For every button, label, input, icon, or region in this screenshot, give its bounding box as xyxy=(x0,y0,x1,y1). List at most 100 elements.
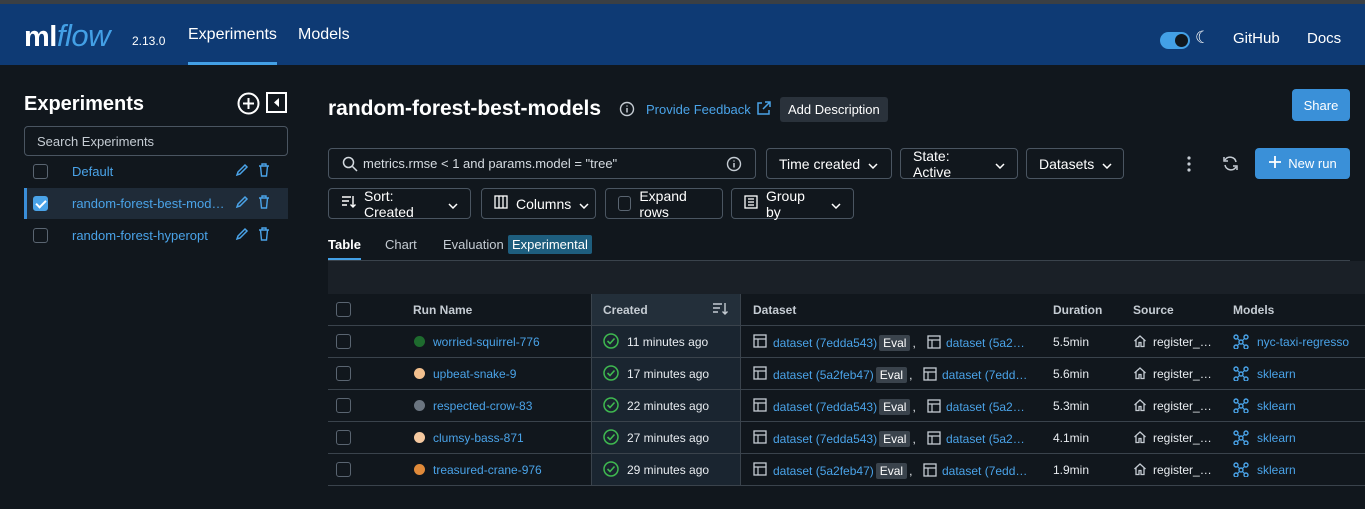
row-checkbox[interactable] xyxy=(336,398,351,413)
time-created-dropdown[interactable]: Time created xyxy=(766,148,892,179)
sort-desc-icon[interactable] xyxy=(712,302,728,321)
header-source[interactable]: Source xyxy=(1133,303,1174,317)
provide-feedback-link[interactable]: Provide Feedback xyxy=(646,102,751,117)
run-source[interactable]: register_… xyxy=(1153,399,1212,413)
run-name-link[interactable]: treasured-crane-976 xyxy=(433,463,542,477)
run-name-link[interactable]: worried-squirrel-776 xyxy=(433,335,540,349)
row-checkbox[interactable] xyxy=(336,366,351,381)
select-all-checkbox[interactable] xyxy=(336,302,351,317)
eval-badge: Eval xyxy=(875,367,908,383)
table-row[interactable]: treasured-crane-976 29 minutes ago dataset… xyxy=(328,454,1365,486)
table-row[interactable]: respected-crow-83 22 minutes ago dataset (… xyxy=(328,390,1365,422)
experiment-checkbox[interactable] xyxy=(33,196,48,211)
experiment-item-default[interactable]: Default xyxy=(24,156,288,187)
run-source[interactable]: register_… xyxy=(1153,463,1212,477)
dataset-link[interactable]: dataset (7edd… xyxy=(942,464,1027,478)
create-experiment-icon[interactable] xyxy=(236,91,260,115)
dataset-link[interactable]: dataset (5a2… xyxy=(946,432,1025,446)
edit-icon[interactable] xyxy=(235,227,249,246)
collapse-sidebar-icon[interactable] xyxy=(265,91,287,113)
eval-badge: Eval xyxy=(875,463,908,479)
run-color-dot[interactable] xyxy=(414,368,425,379)
expand-rows-toggle[interactable]: Expand rows xyxy=(605,188,723,220)
run-name-link[interactable]: respected-crow-83 xyxy=(433,399,532,413)
chevron-down-icon xyxy=(448,196,458,212)
search-experiments-input[interactable] xyxy=(24,126,288,156)
run-color-dot[interactable] xyxy=(414,432,425,443)
info-icon[interactable] xyxy=(619,101,635,122)
github-link[interactable]: GitHub xyxy=(1233,30,1280,47)
created-time: 29 minutes ago xyxy=(627,463,710,477)
expand-rows-checkbox[interactable] xyxy=(618,196,632,211)
run-color-dot[interactable] xyxy=(414,400,425,411)
dataset-link[interactable]: dataset (5a2… xyxy=(946,336,1025,350)
docs-link[interactable]: Docs xyxy=(1307,30,1341,47)
trash-icon[interactable] xyxy=(258,195,270,214)
tab-chart[interactable]: Chart xyxy=(385,237,417,252)
eval-badge: Eval xyxy=(879,335,911,351)
tab-evaluation[interactable]: Evaluation xyxy=(443,237,504,252)
row-checkbox[interactable] xyxy=(336,462,351,477)
share-button[interactable]: Share xyxy=(1292,89,1350,121)
header-duration[interactable]: Duration xyxy=(1053,303,1102,317)
tab-table[interactable]: Table xyxy=(328,237,361,260)
dataset-link[interactable]: dataset (5a2feb47) xyxy=(773,368,874,382)
columns-dropdown[interactable]: Columns xyxy=(481,188,596,219)
run-source[interactable]: register_… xyxy=(1153,431,1212,445)
experiment-item-random-forest-hyperopt[interactable]: random-forest-hyperopt xyxy=(24,220,288,251)
experiment-checkbox[interactable] xyxy=(33,228,48,243)
run-source[interactable]: register_… xyxy=(1153,367,1212,381)
dataset-link[interactable]: dataset (7edda543) xyxy=(773,432,877,446)
add-description-button[interactable]: Add Description xyxy=(780,97,888,122)
run-color-dot[interactable] xyxy=(414,336,425,347)
table-row[interactable]: upbeat-snake-9 17 minutes ago dataset (5a2… xyxy=(328,358,1365,390)
refresh-icon[interactable] xyxy=(1222,155,1239,177)
nav-tab-models[interactable]: Models xyxy=(298,26,350,44)
experiment-item-random-forest-best-models[interactable]: random-forest-best-models xyxy=(24,188,288,219)
group-by-dropdown[interactable]: Group by xyxy=(731,188,854,220)
new-run-button[interactable]: New run xyxy=(1255,148,1350,179)
dataset-link[interactable]: dataset (7edda543) xyxy=(773,336,877,350)
kebab-menu-icon[interactable] xyxy=(1186,155,1192,178)
model-icon xyxy=(1233,462,1250,482)
external-link-icon[interactable] xyxy=(756,101,771,121)
model-link[interactable]: sklearn xyxy=(1257,463,1296,477)
info-icon[interactable] xyxy=(726,156,742,175)
model-link[interactable]: sklearn xyxy=(1257,431,1296,445)
header-created[interactable]: Created xyxy=(603,303,648,317)
dataset-link[interactable]: dataset (7edda543) xyxy=(773,400,877,414)
mlflow-logo[interactable]: ml flow xyxy=(24,18,110,54)
run-name-link[interactable]: clumsy-bass-871 xyxy=(433,431,524,445)
model-link[interactable]: nyc-taxi-regresso xyxy=(1257,335,1349,349)
table-row[interactable]: worried-squirrel-776 11 minutes ago datase… xyxy=(328,326,1365,358)
sort-dropdown[interactable]: Sort: Created xyxy=(328,188,471,220)
edit-icon[interactable] xyxy=(235,195,249,214)
search-runs-input[interactable]: metrics.rmse < 1 and params.model = "tre… xyxy=(328,148,756,179)
run-color-dot[interactable] xyxy=(414,464,425,475)
nav-tab-experiments[interactable]: Experiments xyxy=(188,26,277,65)
table-icon xyxy=(753,462,767,481)
dataset-link[interactable]: dataset (7edd… xyxy=(942,368,1027,382)
header-models[interactable]: Models xyxy=(1233,303,1274,317)
header-dataset[interactable]: Dataset xyxy=(753,303,796,317)
runs-table: Run Name Created Dataset Duration Source… xyxy=(328,261,1365,487)
row-checkbox[interactable] xyxy=(336,430,351,445)
experiment-checkbox[interactable] xyxy=(33,164,48,179)
theme-toggle[interactable] xyxy=(1160,32,1190,49)
header-run-name[interactable]: Run Name xyxy=(413,303,472,317)
run-name-link[interactable]: upbeat-snake-9 xyxy=(433,367,516,381)
state-dropdown[interactable]: State: Active xyxy=(900,148,1018,180)
dataset-link[interactable]: dataset (5a2… xyxy=(946,400,1025,414)
dataset-link[interactable]: dataset (5a2feb47) xyxy=(773,464,874,478)
row-checkbox[interactable] xyxy=(336,334,351,349)
datasets-dropdown[interactable]: Datasets xyxy=(1026,148,1124,179)
edit-icon[interactable] xyxy=(235,163,249,182)
model-icon xyxy=(1233,366,1250,386)
run-source[interactable]: register_… xyxy=(1153,335,1212,349)
run-duration: 5.5min xyxy=(1053,335,1090,349)
model-link[interactable]: sklearn xyxy=(1257,367,1296,381)
trash-icon[interactable] xyxy=(258,163,270,182)
model-link[interactable]: sklearn xyxy=(1257,399,1296,413)
trash-icon[interactable] xyxy=(258,227,270,246)
table-row[interactable]: clumsy-bass-871 27 minutes ago dataset (7e… xyxy=(328,422,1365,454)
